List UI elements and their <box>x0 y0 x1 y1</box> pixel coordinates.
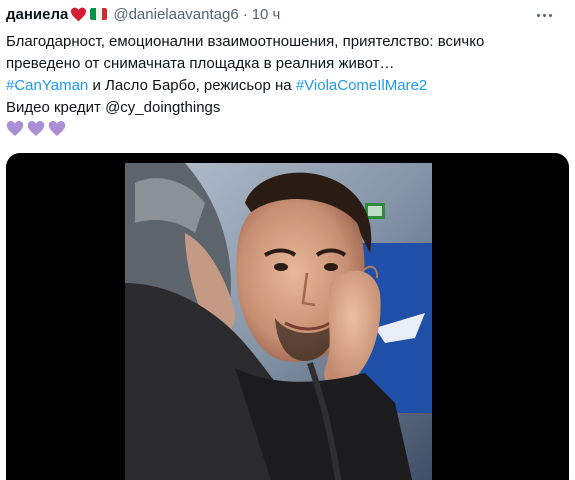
tweet-line-4: Видео кредит @cy_doingthings <box>6 99 221 116</box>
purple-heart-icon <box>6 121 24 136</box>
more-options-icon[interactable] <box>531 4 557 26</box>
tweet-line-3: #CanYaman и Ласло Барбо, режисьор на #Vi… <box>6 75 566 97</box>
author-name[interactable]: даниела <box>6 6 68 23</box>
tweet-line-3-text: и Ласло Барбо, режисьор на <box>88 77 296 94</box>
video-player[interactable] <box>6 153 569 480</box>
tweet-line-1: Благодарност, емоционални взаимоотношени… <box>6 33 485 50</box>
red-heart-icon <box>71 7 87 21</box>
purple-heart-icon <box>48 121 66 136</box>
tweet-timestamp[interactable]: 10 ч <box>252 6 281 23</box>
tweet-text: Благодарност, емоционални взаимоотношени… <box>6 31 566 137</box>
video-thumbnail <box>125 163 432 480</box>
purple-heart-icon <box>27 121 45 136</box>
hashtag-canyaman[interactable]: #CanYaman <box>6 77 88 94</box>
hashtag-violacomeilmare2[interactable]: #ViolaComeIlMare2 <box>296 77 427 94</box>
italy-flag-icon <box>90 8 108 20</box>
tweet[interactable]: даниела @danielaavantag6 · 10 ч Благодар… <box>0 0 575 480</box>
separator-dot: · <box>242 5 248 23</box>
author-handle[interactable]: @danielaavantag6 <box>113 6 238 23</box>
tweet-header: даниела @danielaavantag6 · 10 ч <box>6 4 575 24</box>
tweet-line-2: преведено от снимачната площадка в реалн… <box>6 55 395 72</box>
emoji-row <box>6 120 566 137</box>
video-frame-illustration <box>125 163 432 480</box>
